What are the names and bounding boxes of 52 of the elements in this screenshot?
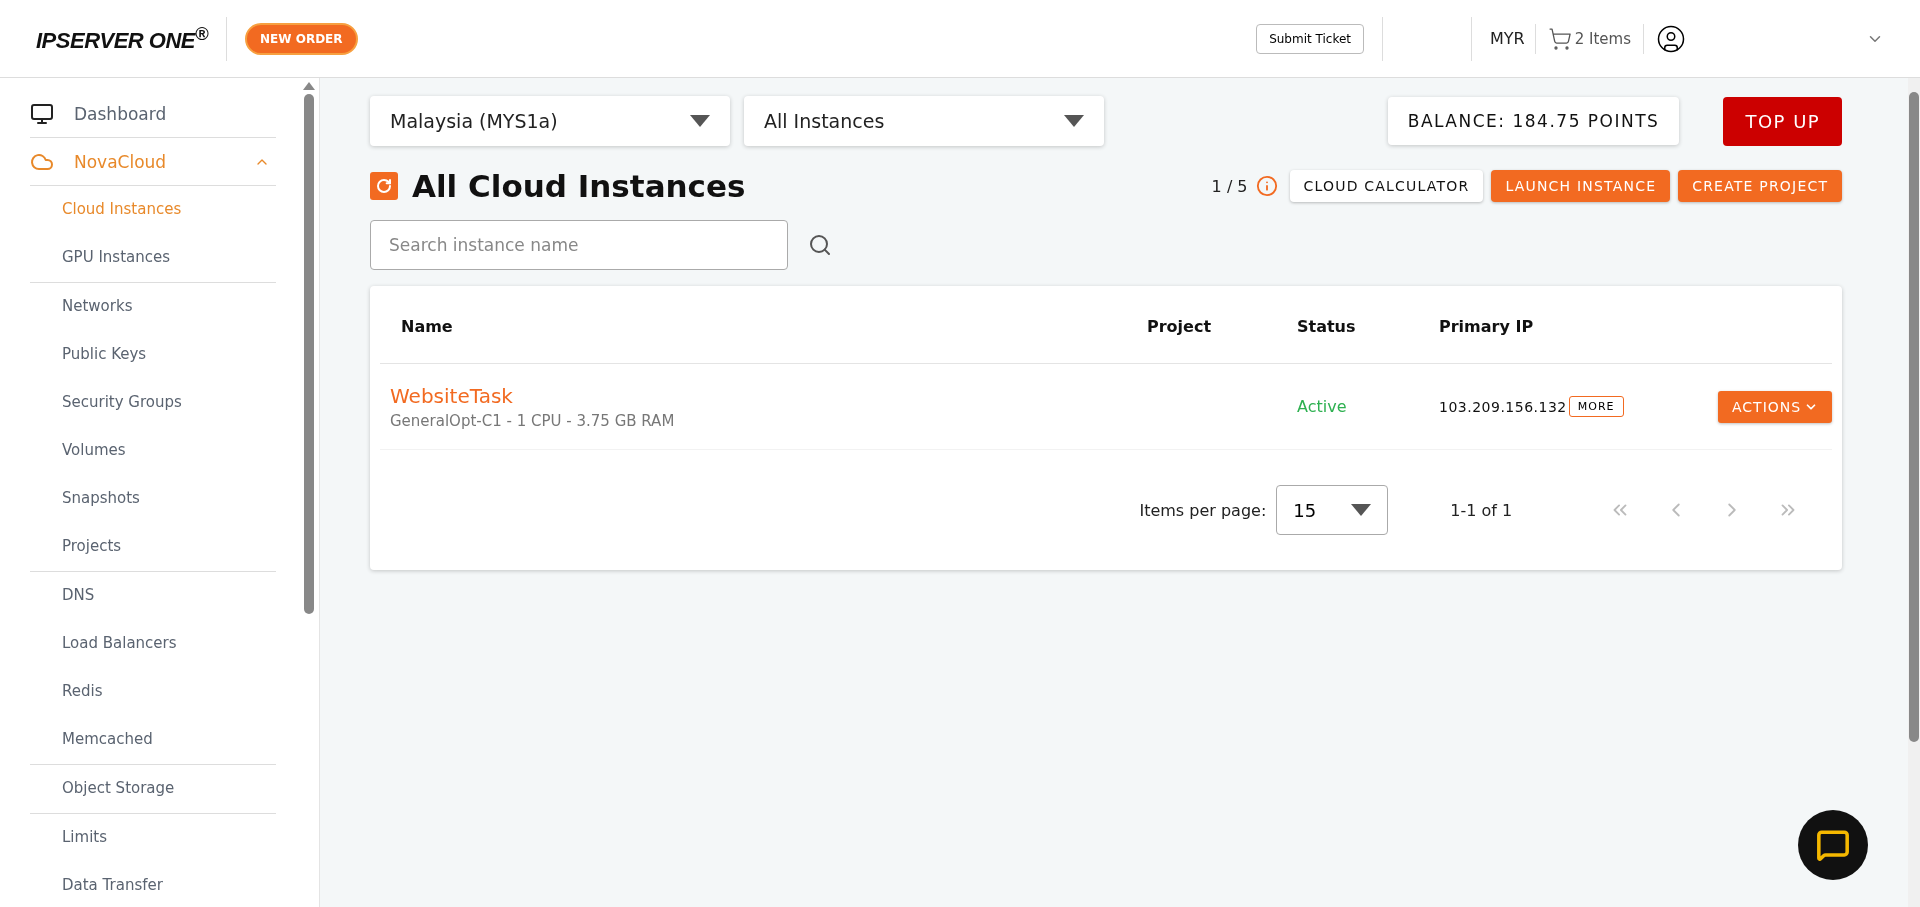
chat-icon [1816, 828, 1850, 862]
monitor-icon [30, 101, 54, 126]
sidebar-item[interactable]: Dashboard [30, 90, 276, 138]
quota-count: 1 / 5 [1211, 176, 1248, 196]
sidebar-link[interactable]: Networks [62, 283, 276, 331]
search-field[interactable]: Search instance name [370, 220, 788, 270]
refresh-icon [376, 178, 392, 194]
cart-icon [1547, 26, 1572, 51]
cart-button[interactable]: 2 Items [1541, 25, 1637, 52]
scroll-up-icon[interactable] [303, 82, 315, 90]
sidebar-link[interactable]: DNS [62, 572, 276, 620]
page-title: All Cloud Instances [412, 168, 746, 204]
more-button[interactable]: MORE [1568, 396, 1624, 417]
sidebar-link[interactable]: Volumes [62, 427, 276, 475]
status-text: Active [1297, 397, 1347, 416]
sidebar-link[interactable]: Limits [62, 814, 276, 862]
sidebar-link[interactable]: GPU Instances [62, 234, 276, 282]
sidebar-link[interactable]: Public Keys [62, 331, 276, 379]
sidebar-link[interactable]: Security Groups [62, 379, 276, 427]
page-range: 1-1 of 1 [1450, 500, 1513, 520]
info-icon[interactable] [1255, 175, 1278, 197]
instance-filter-select[interactable]: All Instances [744, 96, 1104, 146]
column-header: Primary IP [1418, 286, 1662, 364]
sidebar-link[interactable]: Redis [62, 668, 276, 716]
per-page-select[interactable]: 15 [1276, 485, 1389, 535]
sidebar-link[interactable]: Data Transfer [62, 862, 276, 907]
balance-display: BALANCE: 184.75 POINTS [1387, 97, 1680, 145]
column-header: Name [380, 286, 1126, 364]
column-header: Project [1126, 286, 1276, 364]
dropdown-arrow-icon [690, 115, 710, 127]
submit-ticket-button[interactable]: Submit Ticket [1256, 23, 1364, 54]
items-per-page-label: Items per page: [1139, 500, 1267, 520]
action-button[interactable]: CLOUD CALCULATOR [1289, 170, 1484, 202]
sidebar-link[interactable]: Projects [62, 523, 276, 571]
region-select[interactable]: Malaysia (MYS1a) [370, 96, 730, 146]
scrollbar-thumb[interactable] [304, 94, 314, 614]
logo: IPSERVER ONE$^{®}$ [36, 22, 209, 55]
sidebar-link[interactable]: Memcached [62, 716, 276, 764]
currency-label[interactable]: MYR [1490, 29, 1525, 48]
top-up-button[interactable]: TOP UP [1723, 96, 1843, 146]
column-header: Status [1276, 286, 1418, 364]
sidebar-link[interactable]: Object Storage [62, 765, 276, 813]
search-icon[interactable] [808, 233, 832, 257]
sidebar-link[interactable]: Load Balancers [62, 620, 276, 668]
refresh-button[interactable] [370, 172, 398, 200]
scrollbar-thumb[interactable] [1909, 92, 1920, 742]
user-avatar-icon[interactable] [1656, 23, 1686, 54]
instance-spec: GeneralOpt-C1 - 1 CPU - 3.75 GB RAM [390, 411, 676, 430]
sidebar-link[interactable]: Snapshots [62, 475, 276, 523]
ip-address: 103.209.156.132 [1439, 398, 1567, 415]
dropdown-arrow-icon [1064, 115, 1084, 127]
dropdown-arrow-icon [1351, 504, 1372, 516]
